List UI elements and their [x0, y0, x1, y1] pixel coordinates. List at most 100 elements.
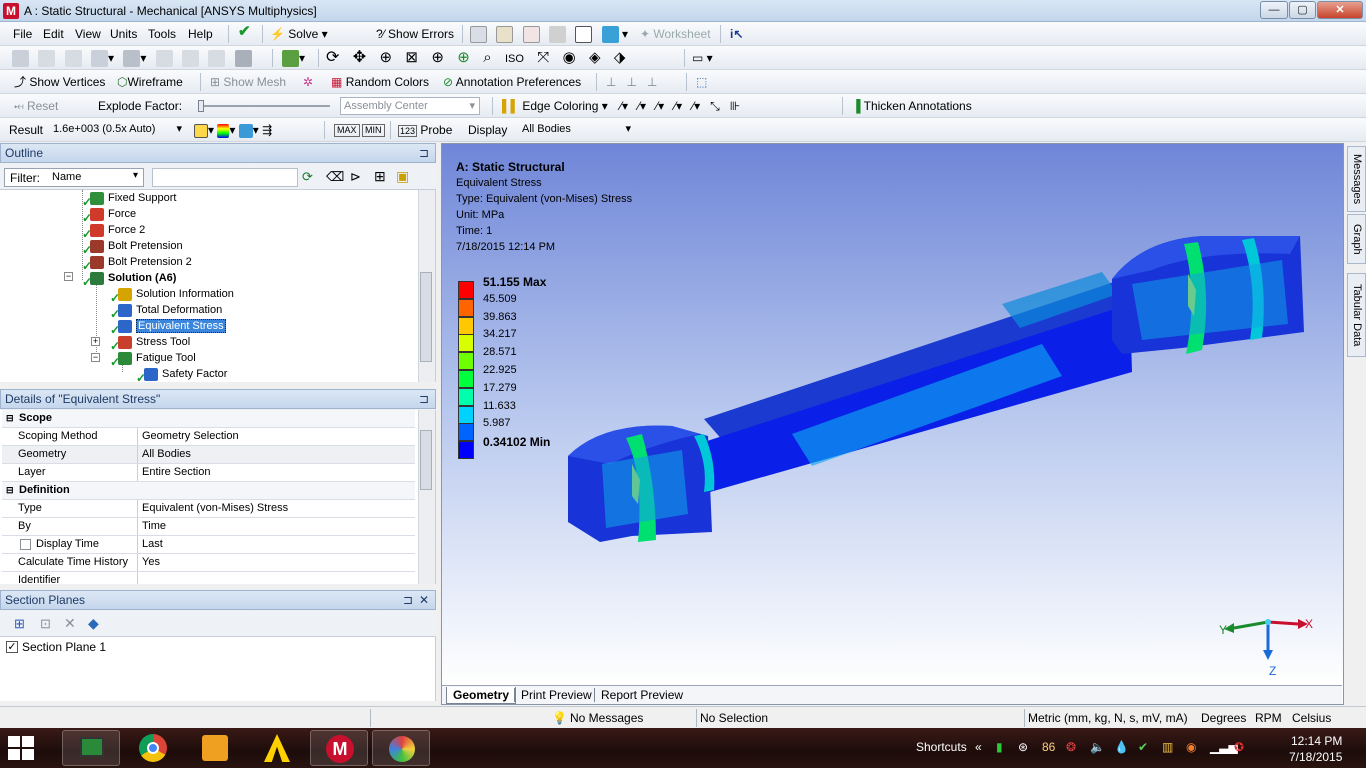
tray-drop-icon[interactable]: 💧 [1114, 740, 1129, 754]
outline-scrollbar-thumb[interactable] [420, 272, 432, 362]
show-vertices-button[interactable]: ⤴ Show Vertices [14, 74, 105, 90]
details-row-type[interactable]: Type Equivalent (von-Mises) Stress [2, 500, 415, 518]
edit-plane-icon[interactable]: ⊡ [40, 616, 51, 632]
tree-item-fixed-support[interactable]: Fixed Support [90, 190, 176, 206]
details-row-layer[interactable]: Layer Entire Section [2, 464, 415, 482]
box-zoom-icon[interactable]: ⊠ [405, 49, 418, 66]
taskbar-app-ansys-workbench[interactable] [248, 730, 306, 766]
expand-all-icon[interactable]: ⊞ [374, 168, 386, 185]
tray-battery-icon[interactable]: ▮ [996, 740, 1003, 754]
tray-update-icon[interactable]: ✔ [1138, 740, 1148, 754]
abc-icon[interactable] [496, 26, 514, 44]
tree-item-bolt-pretension-2[interactable]: Bolt Pretension 2 [90, 254, 192, 270]
details-row-by[interactable]: By Time [2, 518, 415, 536]
iso-icon[interactable]: ISO [505, 53, 524, 65]
axes-icon[interactable]: ⤧ [537, 49, 549, 66]
tray-network-icon[interactable]: ⊛ [1018, 740, 1028, 754]
close-button[interactable]: ✕ [1317, 1, 1363, 19]
side-tab-tabular-data[interactable]: Tabular Data [1347, 273, 1366, 357]
display-dropdown[interactable]: All Bodies ▾ [519, 121, 635, 139]
status-messages[interactable]: No Messages [570, 711, 643, 725]
edge-icon[interactable] [182, 50, 200, 68]
tray-date[interactable]: 7/18/2015 [1289, 750, 1342, 764]
result-style-icons[interactable]: ▾ ▾ ▾ ⇶ [194, 122, 272, 138]
details-scrollbar-thumb[interactable] [420, 430, 432, 490]
face-icon[interactable] [208, 50, 226, 68]
ruler-icons[interactable]: ⊥ ⊥ ⊥ [606, 74, 657, 90]
solve-button[interactable]: ⚡ Solve ▾ [270, 26, 328, 42]
result-scale-dropdown[interactable]: 1.6e+003 (0.5x Auto) ▾ [50, 121, 186, 139]
cursor-icon[interactable] [123, 50, 141, 68]
details-row-scoping-method[interactable]: Scoping Method Geometry Selection [2, 428, 415, 446]
side-tab-graph[interactable]: Graph [1347, 214, 1366, 264]
new-plane-icon[interactable]: ⊞ [14, 616, 25, 632]
menu-view[interactable]: View [75, 26, 101, 42]
tab-print-preview[interactable]: Print Preview [514, 688, 598, 702]
tree-item-solution[interactable]: Solution (A6) [90, 270, 176, 286]
menu-help[interactable]: Help [188, 26, 213, 42]
pin-icon[interactable]: ⊐ [403, 591, 413, 609]
explode-slider-track[interactable] [200, 105, 330, 107]
reset-button[interactable]: ⤟ Reset [14, 98, 58, 114]
details-row-identifier[interactable]: Identifier [2, 572, 415, 584]
search-icon[interactable]: ⌕ [483, 49, 491, 66]
graphics-viewport[interactable]: A: Static Structural Equivalent Stress T… [442, 144, 1343, 684]
status-angle-unit[interactable]: Degrees [1201, 711, 1246, 725]
messages-icon[interactable]: 💡 [552, 711, 567, 725]
tray-temp[interactable]: 86 [1042, 740, 1055, 754]
info-icon[interactable]: i↖ [730, 26, 743, 42]
details-row-calculate-time-history[interactable]: Calculate Time History Yes [2, 554, 415, 572]
shortcuts-toolbar[interactable]: Shortcuts [916, 740, 967, 754]
filter-dropdown[interactable]: Name [52, 171, 81, 183]
maximize-button[interactable]: ▢ [1289, 1, 1316, 19]
cube-icon[interactable]: ⬚ [696, 74, 707, 90]
show-errors-button[interactable]: ?⁄ Show Errors [376, 26, 454, 42]
rotate-icon[interactable]: ⟳ [326, 49, 339, 66]
tree-item-safety-factor[interactable]: Safety Factor [144, 366, 227, 382]
section-plane-label[interactable]: Section Plane 1 [22, 640, 106, 654]
tray-time[interactable]: 12:14 PM [1291, 734, 1342, 748]
expand-icon[interactable]: ⊳ [350, 169, 361, 185]
thicken-annotations-button[interactable]: ▐ Thicken Annotations [852, 98, 972, 114]
tray-app-icon[interactable]: ✪ [1234, 740, 1244, 754]
annotation-preferences-button[interactable]: ⊘ Annotation Preferences [443, 74, 581, 90]
pointer-icon[interactable] [38, 50, 56, 68]
tree-item-total-deformation[interactable]: Total Deformation [118, 302, 222, 318]
menu-units[interactable]: Units [110, 26, 137, 42]
select-icon[interactable] [12, 50, 29, 68]
show-mesh-button[interactable]: ⊞ Show Mesh [210, 74, 286, 90]
tree-item-force[interactable]: Force [90, 206, 136, 222]
section-plane-checkbox[interactable]: ✓ [6, 641, 18, 653]
taskbar-app-chrome[interactable] [124, 730, 182, 766]
annotation-icon[interactable] [575, 26, 593, 44]
tray-chart-icon[interactable]: ▥ [1162, 740, 1173, 754]
xyz-icon[interactable] [64, 50, 82, 68]
tree-item-force-2[interactable]: Force 2 [90, 222, 145, 238]
magnifier-icon[interactable]: ⊕ [457, 49, 470, 66]
status-temp-unit[interactable]: Celsius [1292, 711, 1331, 725]
taskbar-app-media[interactable] [186, 730, 244, 766]
side-tab-messages[interactable]: Messages [1347, 146, 1366, 212]
tray-power-icon[interactable]: ◉ [1186, 740, 1196, 754]
details-section-definition[interactable]: ⊟ Definition [2, 482, 415, 500]
assembly-center-dropdown[interactable]: Assembly Center ▾ [340, 97, 480, 115]
edge-display-icons[interactable]: ⁄▾ ⁄▾ ⁄▾ ⁄▾ ⁄▾ ⤡ ⊪ [620, 98, 740, 114]
random-colors-button[interactable]: ▦ Random Colors [331, 74, 429, 90]
box-select-icon[interactable] [91, 50, 109, 68]
details-section-scope[interactable]: ⊟ Scope [2, 410, 415, 428]
check-icon[interactable]: ✔ [238, 24, 251, 40]
tag-icon[interactable]: ⬗ [614, 49, 626, 66]
tree-item-bolt-pretension[interactable]: Bolt Pretension [90, 238, 183, 254]
tool-icon[interactable] [470, 26, 487, 44]
tree-item-equivalent-stress[interactable]: Equivalent Stress [118, 318, 226, 334]
collapse-icon[interactable]: − [91, 353, 100, 362]
explode-icon[interactable]: ✲ [303, 74, 313, 90]
wireframe-button[interactable]: ⬡Wireframe [117, 74, 183, 90]
refresh-icon[interactable]: ⟳ [302, 169, 313, 185]
status-speed-unit[interactable]: RPM [1255, 711, 1282, 725]
vertex-icon[interactable] [155, 50, 173, 68]
close-icon[interactable]: ✕ [419, 591, 429, 609]
tree-item-fatigue-tool[interactable]: Fatigue Tool [118, 350, 196, 366]
zoom-fit-icon[interactable]: ⊕ [431, 49, 444, 66]
tray-security-icon[interactable]: ❂ [1066, 740, 1076, 754]
